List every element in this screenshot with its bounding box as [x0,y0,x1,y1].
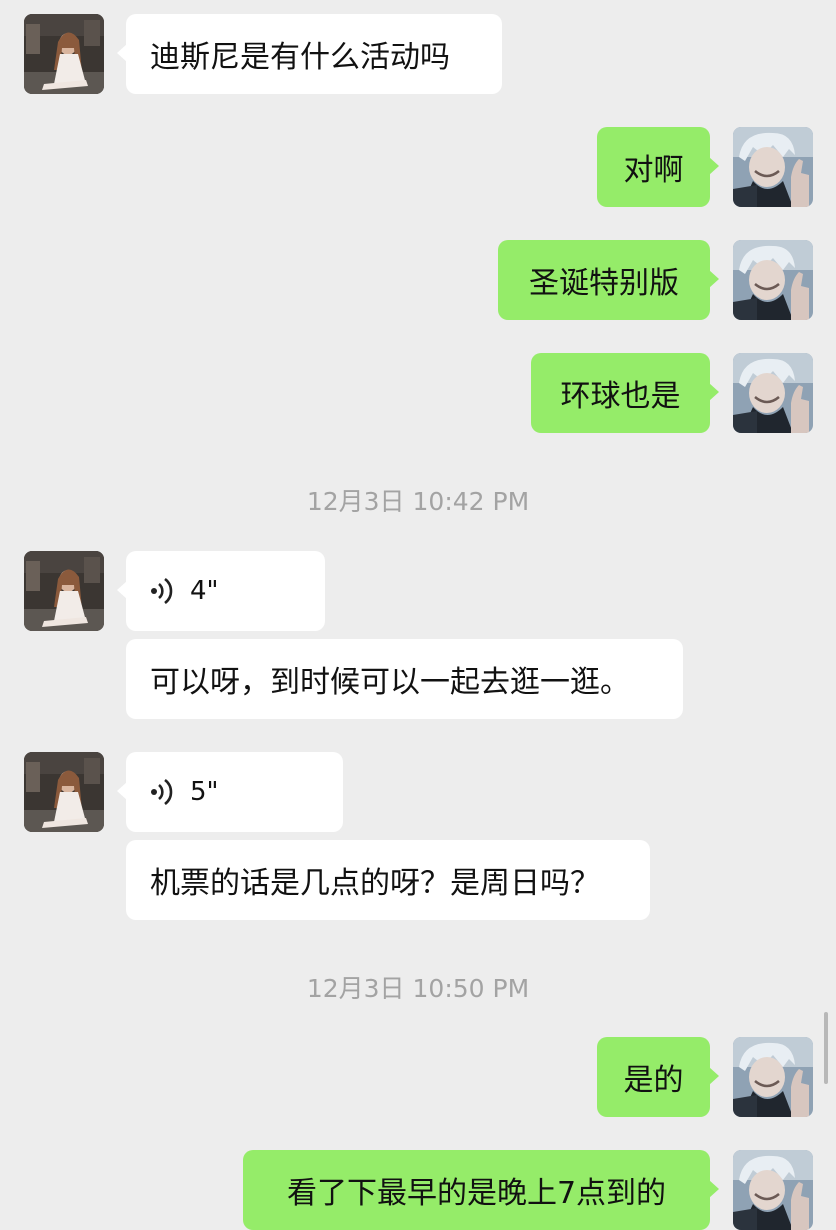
contact-avatar[interactable] [24,752,104,832]
self-avatar[interactable] [733,240,813,320]
message-bubble-outgoing[interactable]: 圣诞特别版 [498,240,719,320]
self-avatar[interactable] [733,1037,813,1117]
message-bubble-outgoing[interactable]: 看了下最早的是晚上7点到的 [243,1150,719,1230]
voice-message-bubble[interactable]: 5" [117,752,343,832]
message-text: 可以呀，到时候可以一起去逛一逛。 [150,665,630,700]
self-avatar[interactable] [733,353,813,433]
contact-avatar[interactable] [24,551,104,631]
message-text: 是的 [623,1063,684,1098]
timestamp: 12月3日 10:42 PM [306,487,530,516]
voice-duration: 4" [190,576,219,606]
scrollbar[interactable] [824,1012,828,1084]
contact-avatar[interactable] [24,14,104,94]
message-text: 迪斯尼是有什么活动吗 [150,40,450,75]
message-text: 看了下最早的是晚上7点到的 [286,1176,667,1211]
timestamp: 12月3日 10:50 PM [306,974,530,1003]
voice-wave-icon [150,777,176,807]
self-avatar[interactable] [733,127,813,207]
message-bubble-outgoing[interactable]: 是的 [597,1037,719,1117]
message-text: 圣诞特别版 [529,266,679,301]
self-avatar[interactable] [733,1150,813,1230]
message-bubble-outgoing[interactable]: 环球也是 [531,353,719,433]
message-bubble-incoming[interactable]: 机票的话是几点的呀？是周日吗？ [126,840,650,920]
message-bubble-outgoing[interactable]: 对啊 [597,127,719,207]
voice-duration: 5" [190,777,219,807]
message-text: 对啊 [623,153,684,188]
message-bubble-incoming[interactable]: 迪斯尼是有什么活动吗 [117,14,502,94]
message-bubble-incoming[interactable]: 可以呀，到时候可以一起去逛一逛。 [126,639,683,719]
message-text: 机票的话是几点的呀？是周日吗？ [150,866,600,901]
voice-wave-icon [150,576,176,606]
message-text: 环球也是 [560,379,681,414]
voice-message-bubble[interactable]: 4" [117,551,325,631]
